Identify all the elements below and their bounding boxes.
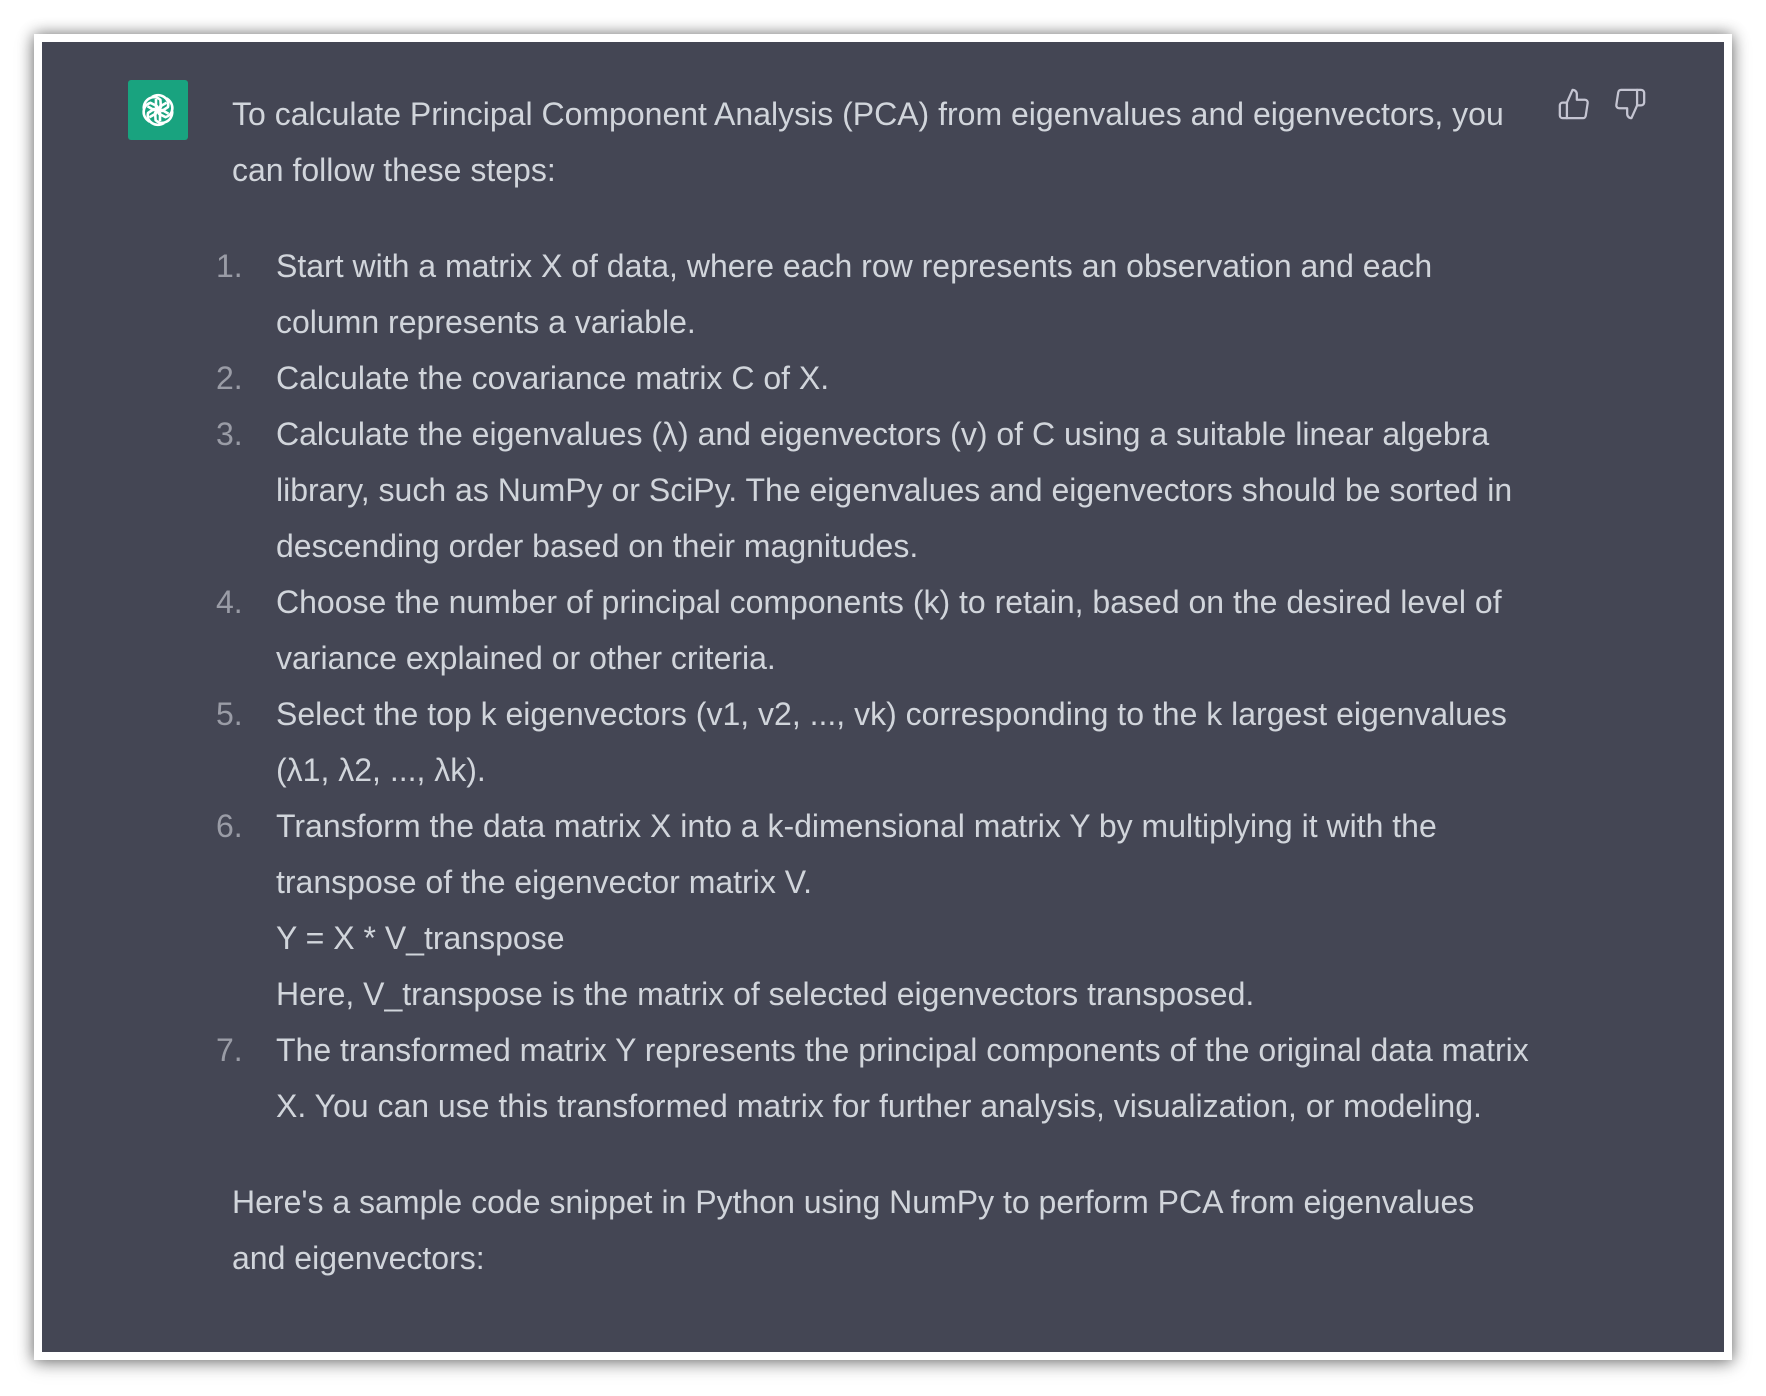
list-number: 3.	[216, 416, 243, 452]
list-item-text: Calculate the eigenvalues (λ) and eigenv…	[276, 416, 1513, 564]
openai-logo-icon	[128, 80, 188, 140]
list-number: 7.	[216, 1032, 243, 1068]
screenshot-frame: To calculate Principal Component Analysi…	[34, 34, 1732, 1360]
formula-note: Here, V_transpose is the matrix of selec…	[276, 976, 1255, 1012]
list-item: 7. The transformed matrix Y represents t…	[216, 1022, 1532, 1134]
list-item: 3. Calculate the eigenvalues (λ) and eig…	[216, 406, 1532, 574]
list-item-text: Transform the data matrix X into a k-dim…	[276, 808, 1437, 900]
list-number: 6.	[216, 808, 243, 844]
thumbs-up-icon	[1558, 88, 1589, 120]
list-item-text: Calculate the covariance matrix C of X.	[276, 360, 830, 396]
thumbs-down-button[interactable]	[1612, 86, 1648, 122]
list-number: 2.	[216, 360, 243, 396]
thumbs-down-icon	[1615, 88, 1646, 120]
intro-paragraph: To calculate Principal Component Analysi…	[232, 96, 1504, 188]
list-item: 1. Start with a matrix X of data, where …	[216, 238, 1532, 350]
formula-line: Y = X * V_transpose	[276, 920, 565, 956]
list-number: 5.	[216, 696, 243, 732]
list-item: 5. Select the top k eigenvectors (v1, v2…	[216, 686, 1532, 798]
list-item: 4. Choose the number of principal compon…	[216, 574, 1532, 686]
list-item-text: The transformed matrix Y represents the …	[276, 1032, 1529, 1124]
thumbs-up-button[interactable]	[1556, 86, 1592, 122]
assistant-message-panel: To calculate Principal Component Analysi…	[42, 42, 1724, 1352]
list-item-text: Select the top k eigenvectors (v1, v2, .…	[276, 696, 1507, 788]
list-item: 6. Transform the data matrix X into a k-…	[216, 798, 1532, 1022]
outro-paragraph: Here's a sample code snippet in Python u…	[232, 1184, 1475, 1276]
list-number: 4.	[216, 584, 243, 620]
list-number: 1.	[216, 248, 243, 284]
list-item-text: Start with a matrix X of data, where eac…	[276, 248, 1433, 340]
steps-list: 1. Start with a matrix X of data, where …	[216, 238, 1532, 1134]
feedback-buttons	[1556, 86, 1648, 122]
list-item-text: Choose the number of principal component…	[276, 584, 1502, 676]
message-content: To calculate Principal Component Analysi…	[216, 86, 1532, 1286]
list-item: 2. Calculate the covariance matrix C of …	[216, 350, 1532, 406]
